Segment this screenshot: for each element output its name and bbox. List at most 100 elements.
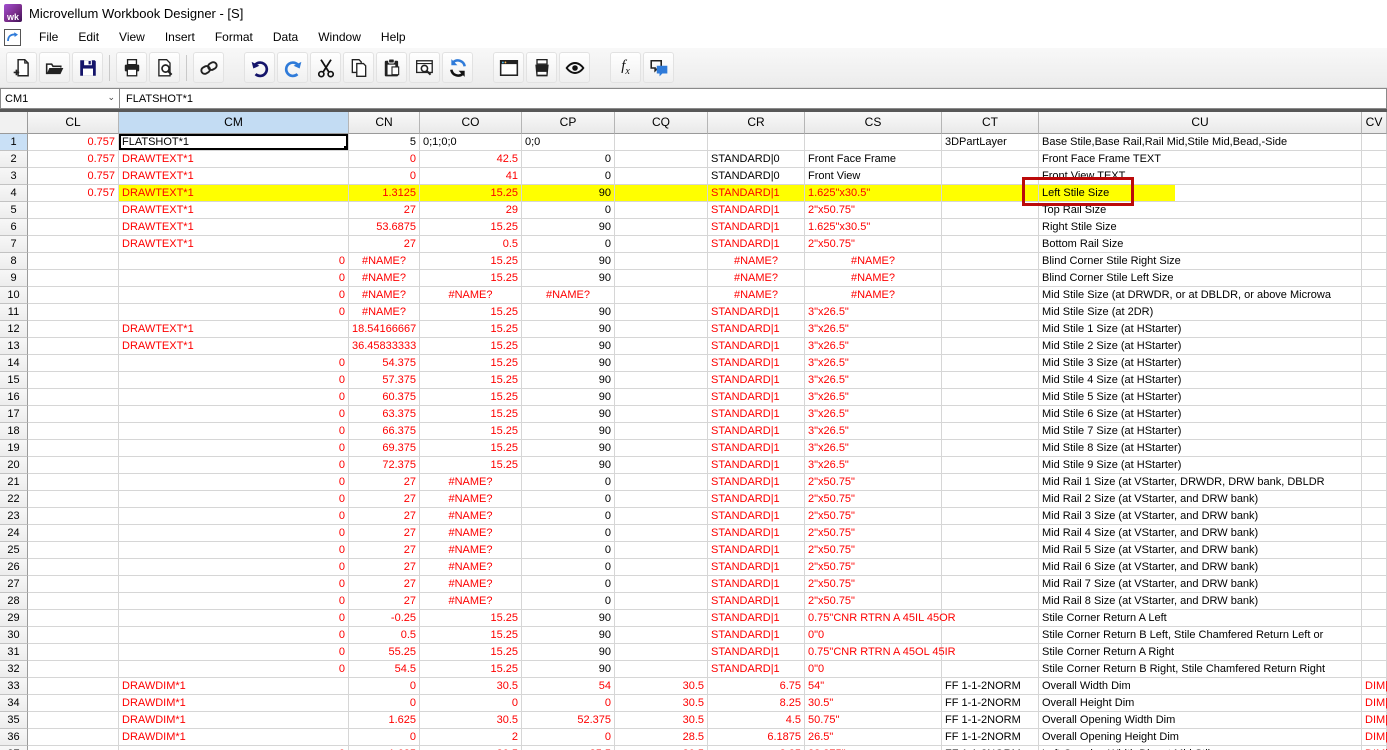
cell-CS10[interactable]: #NAME? — [805, 287, 942, 304]
cell-CQ30[interactable] — [615, 627, 708, 644]
cell-CN6[interactable]: 53.6875 — [349, 219, 420, 236]
cell-CN30[interactable]: 0.5 — [349, 627, 420, 644]
col-header-CQ[interactable]: CQ — [615, 112, 708, 134]
cell-CV6[interactable] — [1362, 219, 1387, 236]
cell-CR4[interactable]: STANDARD|1 — [708, 185, 805, 202]
cell-CN35[interactable]: 1.625 — [349, 712, 420, 729]
cell-CM21[interactable]: 0 — [119, 474, 349, 491]
cell-CQ2[interactable] — [615, 151, 708, 168]
cell-CR8[interactable]: #NAME? — [708, 253, 805, 270]
cell-CU10[interactable]: Mid Stile Size (at DRWDR, or at DBLDR, o… — [1039, 287, 1362, 304]
cell-CU27[interactable]: Mid Rail 7 Size (at VStarter, and DRW ba… — [1039, 576, 1362, 593]
cell-CP35[interactable]: 52.375 — [522, 712, 615, 729]
cell-CQ3[interactable] — [615, 168, 708, 185]
cell-CL28[interactable] — [28, 593, 119, 610]
col-header-CL[interactable]: CL — [28, 112, 119, 134]
name-box[interactable]: CM1 ⌄ — [0, 88, 120, 109]
cell-CP13[interactable]: 90 — [522, 338, 615, 355]
cell-CL26[interactable] — [28, 559, 119, 576]
row-header-34[interactable]: 34 — [0, 695, 28, 712]
cell-CQ23[interactable] — [615, 508, 708, 525]
cell-CO6[interactable]: 15.25 — [420, 219, 522, 236]
cell-CP31[interactable]: 90 — [522, 644, 615, 661]
row-header-6[interactable]: 6 — [0, 219, 28, 236]
cell-CN31[interactable]: 55.25 — [349, 644, 420, 661]
cell-CR35[interactable]: 4.5 — [708, 712, 805, 729]
cell-CT36[interactable]: FF 1-1-2NORM — [942, 729, 1039, 746]
cell-CT8[interactable] — [942, 253, 1039, 270]
cell-CP37[interactable]: 25.5 — [522, 746, 615, 750]
cell-CM9[interactable]: 0 — [119, 270, 349, 287]
cell-CU25[interactable]: Mid Rail 5 Size (at VStarter, and DRW ba… — [1039, 542, 1362, 559]
cell-CT33[interactable]: FF 1-1-2NORM — [942, 678, 1039, 695]
row-header-24[interactable]: 24 — [0, 525, 28, 542]
row-header-11[interactable]: 11 — [0, 304, 28, 321]
cell-CT17[interactable] — [942, 406, 1039, 423]
cell-CV8[interactable] — [1362, 253, 1387, 270]
cell-CS34[interactable]: 30.5" — [805, 695, 942, 712]
cell-CM2[interactable]: DRAWTEXT*1 — [119, 151, 349, 168]
cell-CS30[interactable]: 0"0 — [805, 627, 942, 644]
cell-CN24[interactable]: 27 — [349, 525, 420, 542]
cell-CQ24[interactable] — [615, 525, 708, 542]
cell-CS19[interactable]: 3"x26.5" — [805, 440, 942, 457]
cell-CP11[interactable]: 90 — [522, 304, 615, 321]
cell-CT26[interactable] — [942, 559, 1039, 576]
cell-CR23[interactable]: STANDARD|1 — [708, 508, 805, 525]
print-button[interactable] — [116, 52, 147, 83]
cell-CO21[interactable]: #NAME? — [420, 474, 522, 491]
cell-CU1[interactable]: Base Stile,Base Rail,Rail Mid,Stile Mid,… — [1039, 134, 1362, 151]
cell-CQ22[interactable] — [615, 491, 708, 508]
cell-CO4[interactable]: 15.25 — [420, 185, 522, 202]
formula-input[interactable]: FLATSHOT*1 — [120, 88, 1387, 109]
cell-CP12[interactable]: 90 — [522, 321, 615, 338]
col-header-CO[interactable]: CO — [420, 112, 522, 134]
cell-CU36[interactable]: Overall Opening Height Dim — [1039, 729, 1362, 746]
save-button[interactable] — [72, 52, 103, 83]
cell-CO34[interactable]: 0 — [420, 695, 522, 712]
cell-CM3[interactable]: DRAWTEXT*1 — [119, 168, 349, 185]
cell-CR19[interactable]: STANDARD|1 — [708, 440, 805, 457]
cell-CP32[interactable]: 90 — [522, 661, 615, 678]
cell-CP34[interactable]: 0 — [522, 695, 615, 712]
row-header-9[interactable]: 9 — [0, 270, 28, 287]
menu-help[interactable]: Help — [371, 28, 416, 46]
cell-CU37[interactable]: Left Opening Width Dim at Mid Stile — [1039, 746, 1362, 750]
row-header-31[interactable]: 31 — [0, 644, 28, 661]
cell-CL18[interactable] — [28, 423, 119, 440]
cell-CU16[interactable]: Mid Stile 5 Size (at HStarter) — [1039, 389, 1362, 406]
cell-CM35[interactable]: DRAWDIM*1 — [119, 712, 349, 729]
row-header-13[interactable]: 13 — [0, 338, 28, 355]
cell-CO29[interactable]: 15.25 — [420, 610, 522, 627]
cell-CV36[interactable]: DIM|||0.7 — [1362, 729, 1387, 746]
cell-CO25[interactable]: #NAME? — [420, 542, 522, 559]
cell-CN15[interactable]: 57.375 — [349, 372, 420, 389]
cell-CV21[interactable] — [1362, 474, 1387, 491]
cell-CN19[interactable]: 69.375 — [349, 440, 420, 457]
cell-CR27[interactable]: STANDARD|1 — [708, 576, 805, 593]
cell-CN27[interactable]: 27 — [349, 576, 420, 593]
row-header-5[interactable]: 5 — [0, 202, 28, 219]
cell-CU35[interactable]: Overall Opening Width Dim — [1039, 712, 1362, 729]
cell-CM30[interactable]: 0 — [119, 627, 349, 644]
cell-CT23[interactable] — [942, 508, 1039, 525]
cell-CS1[interactable] — [805, 134, 942, 151]
cell-CT27[interactable] — [942, 576, 1039, 593]
cell-CT7[interactable] — [942, 236, 1039, 253]
cell-CP21[interactable]: 0 — [522, 474, 615, 491]
cell-CU17[interactable]: Mid Stile 6 Size (at HStarter) — [1039, 406, 1362, 423]
cell-CM18[interactable]: 0 — [119, 423, 349, 440]
cell-CN25[interactable]: 27 — [349, 542, 420, 559]
cell-CS23[interactable]: 2"x50.75" — [805, 508, 942, 525]
cell-CV22[interactable] — [1362, 491, 1387, 508]
cell-CS22[interactable]: 2"x50.75" — [805, 491, 942, 508]
cell-CQ15[interactable] — [615, 372, 708, 389]
cell-CP3[interactable]: 0 — [522, 168, 615, 185]
cell-CS16[interactable]: 3"x26.5" — [805, 389, 942, 406]
cell-CP6[interactable]: 90 — [522, 219, 615, 236]
cell-CN14[interactable]: 54.375 — [349, 355, 420, 372]
cell-CT3[interactable] — [942, 168, 1039, 185]
cell-CT13[interactable] — [942, 338, 1039, 355]
row-header-23[interactable]: 23 — [0, 508, 28, 525]
cell-CR14[interactable]: STANDARD|1 — [708, 355, 805, 372]
